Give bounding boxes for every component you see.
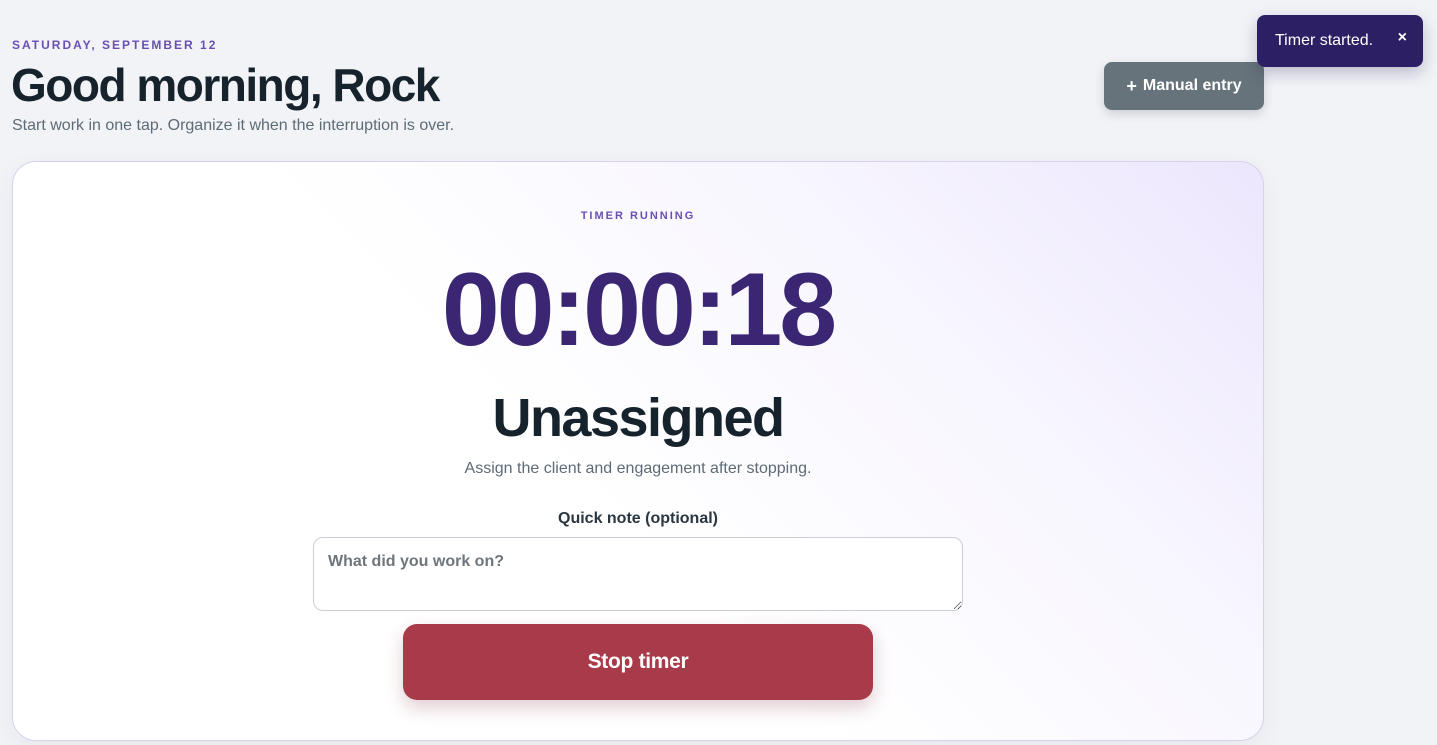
toast-notification: Timer started. × (1257, 15, 1423, 67)
timer-page: SATURDAY, SEPTEMBER 12 Good morning, Roc… (0, 0, 1437, 745)
page-subtitle: Start work in one tap. Organize it when … (12, 117, 455, 134)
timer-card: TIMER RUNNING 00:00:18 Unassigned Assign… (12, 161, 1264, 741)
current-date: SATURDAY, SEPTEMBER 12 (12, 38, 218, 52)
manual-entry-button[interactable]: + Manual entry (1104, 62, 1264, 110)
manual-entry-label: Manual entry (1142, 77, 1242, 94)
stop-timer-button[interactable]: Stop timer (403, 624, 873, 700)
plus-icon: + (1126, 75, 1137, 96)
toast-message: Timer started. (1275, 32, 1374, 49)
assignment-hint: Assign the client and engagement after s… (464, 460, 812, 477)
elapsed-time: 00:00:18 (441, 252, 837, 368)
quick-note-label: Quick note (optional) (558, 510, 718, 527)
timer-status-label: TIMER RUNNING (580, 210, 696, 222)
greeting-heading: Good morning, Rock (11, 59, 440, 111)
quick-note-input[interactable] (313, 537, 963, 611)
assignment-title: Unassigned (492, 388, 785, 448)
close-icon[interactable]: × (1398, 29, 1407, 47)
